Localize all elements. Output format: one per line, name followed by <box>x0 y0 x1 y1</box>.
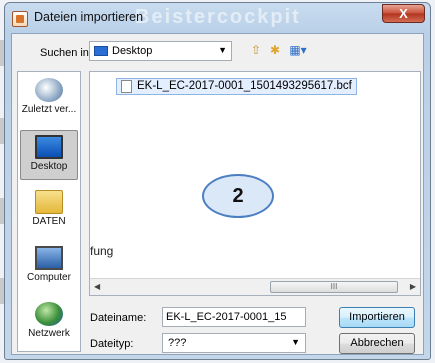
recent-places-icon <box>35 78 63 102</box>
horizontal-scrollbar[interactable]: ◀ III ▶ <box>90 278 420 295</box>
step-callout: 2 <box>202 174 274 218</box>
scroll-left-icon[interactable]: ◀ <box>94 282 100 291</box>
lookin-dropdown[interactable]: Desktop ▼ <box>89 41 232 61</box>
file-item[interactable]: EK-L_EC-2017-0001_1501493295617.bcf <box>116 78 357 95</box>
folder-icon <box>35 190 63 214</box>
place-daten[interactable]: DATEN <box>20 186 78 236</box>
chevron-down-icon: ▼ <box>218 45 227 55</box>
scroll-thumb[interactable]: III <box>270 281 398 293</box>
file-name: EK-L_EC-2017-0001_1501493295617.bcf <box>137 80 352 92</box>
place-label: Netzwerk <box>28 328 70 339</box>
place-label: Computer <box>27 272 71 283</box>
place-label: Desktop <box>30 161 68 172</box>
chevron-down-icon: ▼ <box>291 337 300 347</box>
place-computer[interactable]: Computer <box>20 242 78 292</box>
app-icon <box>12 11 28 27</box>
cancel-button[interactable]: Abbrechen <box>339 333 415 354</box>
import-button[interactable]: Importieren <box>339 307 415 328</box>
filename-input[interactable]: EK-L_EC-2017-0001_15 <box>162 307 306 327</box>
new-folder-icon[interactable]: ✱ <box>266 42 284 59</box>
computer-icon <box>35 246 63 270</box>
place-network[interactable]: Netzwerk <box>20 298 78 348</box>
document-icon <box>121 80 132 93</box>
filename-label: Dateiname: <box>90 312 147 324</box>
close-button[interactable]: X <box>382 4 425 23</box>
filetype-dropdown[interactable]: ??? ▼ <box>162 333 306 353</box>
lookin-value: Desktop <box>112 45 153 57</box>
network-icon <box>35 302 63 326</box>
import-dialog: Beistercockpit Dateien importieren X Suc… <box>4 2 431 360</box>
up-folder-icon[interactable]: ⇧ <box>247 42 265 59</box>
filetype-label: Dateityp: <box>90 338 134 350</box>
place-label: Zuletzt ver... <box>21 104 77 115</box>
place-desktop[interactable]: Desktop <box>20 130 78 180</box>
window-title: Dateien importieren <box>34 10 144 24</box>
title-watermark: Beistercockpit <box>135 6 301 28</box>
lookin-label: Suchen in: <box>40 47 92 59</box>
file-list[interactable]: EK-L_EC-2017-0001_1501493295617.bcf 2 fu… <box>89 71 421 296</box>
places-bar: Zuletzt ver... Desktop DATEN Computer Ne… <box>17 71 81 352</box>
dialog-body: Suchen in: Desktop ▼ ⇧ ✱ ▦▾ Zuletzt ver.… <box>11 33 424 355</box>
desktop-mini-icon <box>94 46 108 56</box>
partial-text: fung <box>90 244 114 258</box>
place-recent[interactable]: Zuletzt ver... <box>20 74 78 124</box>
scroll-right-icon[interactable]: ▶ <box>410 282 416 291</box>
place-label: DATEN <box>32 216 66 227</box>
filetype-value: ??? <box>168 337 187 349</box>
title-bar[interactable]: Beistercockpit Dateien importieren X <box>5 3 430 33</box>
desktop-icon <box>35 135 63 159</box>
view-menu-icon[interactable]: ▦▾ <box>285 42 311 59</box>
